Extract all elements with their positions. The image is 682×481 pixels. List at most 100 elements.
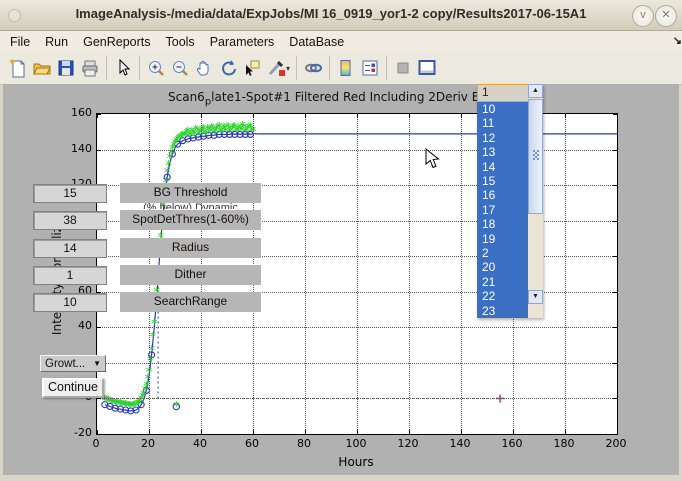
tick-mark [201, 114, 202, 118]
spot-number-dropdown[interactable]: 1 10111213141516171819220212223 ▲ ▼ [477, 84, 543, 318]
svg-text:*: * [151, 317, 158, 332]
x-axis-label: Hours [326, 455, 386, 469]
axes-window-icon[interactable] [415, 56, 439, 80]
tick-mark [613, 363, 617, 364]
tick-mark [253, 430, 254, 434]
rollup-button[interactable]: v [632, 5, 654, 27]
rotate-3d-icon[interactable] [216, 56, 240, 80]
dropdown-item-21[interactable]: 21 [477, 275, 528, 289]
tick-mark [613, 221, 617, 222]
param-label-bg-threshold[interactable]: BG Threshold [120, 183, 261, 203]
tick-mark [149, 430, 150, 434]
dropdown-item-10[interactable]: 10 [477, 102, 528, 116]
window-title: ImageAnalysis-/media/data/ExpJobs/MI 16_… [40, 6, 622, 21]
tick-mark [97, 114, 98, 118]
mouse-cursor [425, 148, 440, 174]
disabled-square-icon [391, 56, 415, 80]
tick-mark [565, 430, 566, 434]
zoom-in-icon[interactable] [144, 56, 168, 80]
dropdown-item-14[interactable]: 14 [477, 160, 528, 174]
menu-item-tools[interactable]: Tools [166, 35, 195, 49]
edit-field-spotdetthres-1-60-[interactable]: 38 [33, 211, 107, 230]
dropdown-editor[interactable]: 1 [477, 84, 532, 102]
dropdown-item-17[interactable]: 17 [477, 203, 528, 217]
menu-item-run[interactable]: Run [45, 35, 68, 49]
print-icon[interactable] [78, 56, 102, 80]
dropdown-item-12[interactable]: 12 [477, 131, 528, 145]
tick-mark [253, 114, 254, 118]
menu-item-file[interactable]: File [10, 35, 30, 49]
tick-mark [613, 185, 617, 186]
scroll-up-icon[interactable]: ▲ [528, 84, 543, 98]
menu-item-parameters[interactable]: Parameters [210, 35, 275, 49]
scrollbar-grip [533, 150, 535, 152]
tick-mark [613, 327, 617, 328]
edit-field-radius[interactable]: 14 [33, 239, 107, 258]
pan-hand-icon[interactable] [192, 56, 216, 80]
dropdown-scrollbar[interactable]: ▲ ▼ [528, 84, 543, 318]
brush-dropdown-icon[interactable]: ▾ [286, 64, 290, 73]
y-tick-label: 40 [56, 319, 92, 332]
x-tick-label: 0 [76, 437, 116, 450]
scrollbar-thumb[interactable] [528, 99, 543, 214]
tick-mark [409, 430, 410, 434]
x-tick-label: 20 [128, 437, 168, 450]
tick-mark [513, 430, 514, 434]
x-tick-label: 140 [440, 437, 480, 450]
x-tick-label: 120 [388, 437, 428, 450]
open-folder-icon[interactable] [30, 56, 54, 80]
param-label-spotdetthres-1-60-[interactable]: SpotDetThres(1-60%) [120, 210, 261, 230]
gridline-v [357, 114, 358, 434]
tick-mark [565, 114, 566, 118]
colorbar-icon[interactable] [334, 56, 358, 80]
toolbar-separator [106, 56, 107, 80]
tick-mark [149, 114, 150, 118]
param-label-searchrange[interactable]: SearchRange [120, 292, 261, 312]
y-tick-label: 160 [56, 106, 92, 119]
close-button[interactable]: ✕ [655, 5, 677, 27]
zoom-out-icon[interactable] [168, 56, 192, 80]
dropdown-item-11[interactable]: 11 [477, 116, 528, 130]
window-icon [8, 9, 21, 22]
edit-field-dither[interactable]: 1 [33, 266, 107, 285]
dropdown-item-19[interactable]: 19 [477, 232, 528, 246]
plot-title: Scan6plate1-Spot#1 Filtered Red Includin… [168, 90, 483, 107]
toolbar-separator [296, 56, 297, 80]
brush-icon[interactable] [264, 56, 288, 80]
dropdown-item-20[interactable]: 20 [477, 260, 528, 274]
tick-mark [97, 434, 101, 435]
legend-icon[interactable] [358, 56, 382, 80]
continue-button[interactable]: Continue [42, 378, 104, 398]
y-tick-label: 140 [56, 142, 92, 155]
param-label-dither[interactable]: Dither [120, 265, 261, 285]
edit-field-bg-threshold[interactable]: 15 [33, 184, 107, 203]
dropdown-item-16[interactable]: 16 [477, 188, 528, 202]
menu-bar: File Run GenReports Tools Parameters DataBase… [0, 31, 682, 52]
dropdown-item-15[interactable]: 15 [477, 174, 528, 188]
edit-field-searchrange[interactable]: 10 [33, 293, 107, 312]
dropdown-item-2[interactable]: 2 [477, 246, 528, 260]
growth-popup-button[interactable]: Growt... ▼ [40, 355, 106, 372]
data-cursor-icon[interactable] [240, 56, 264, 80]
pointer-icon[interactable] [111, 56, 135, 80]
link-plots-icon[interactable] [301, 56, 325, 80]
new-file-icon[interactable] [6, 56, 30, 80]
dropdown-item-18[interactable]: 18 [477, 217, 528, 231]
tick-mark [617, 114, 618, 118]
tick-mark [97, 150, 101, 151]
title-bar[interactable]: ImageAnalysis-/media/data/ExpJobs/MI 16_… [0, 0, 682, 31]
toolbar-separator [139, 56, 140, 80]
tick-mark [305, 114, 306, 118]
dropdown-item-22[interactable]: 22 [477, 289, 528, 303]
scroll-down-icon[interactable]: ▼ [528, 290, 543, 304]
toolbar: ▾ [0, 52, 682, 85]
dropdown-item-23[interactable]: 23 [477, 304, 528, 318]
save-icon[interactable] [54, 56, 78, 80]
menu-item-genreports[interactable]: GenReports [83, 35, 150, 49]
dropdown-item-13[interactable]: 13 [477, 145, 528, 159]
tick-mark [357, 430, 358, 434]
dock-figure-icon[interactable]: ↘ [673, 34, 682, 47]
menu-item-database[interactable]: DataBase [289, 35, 344, 49]
tick-mark [305, 430, 306, 434]
param-label-radius[interactable]: Radius [120, 238, 261, 258]
